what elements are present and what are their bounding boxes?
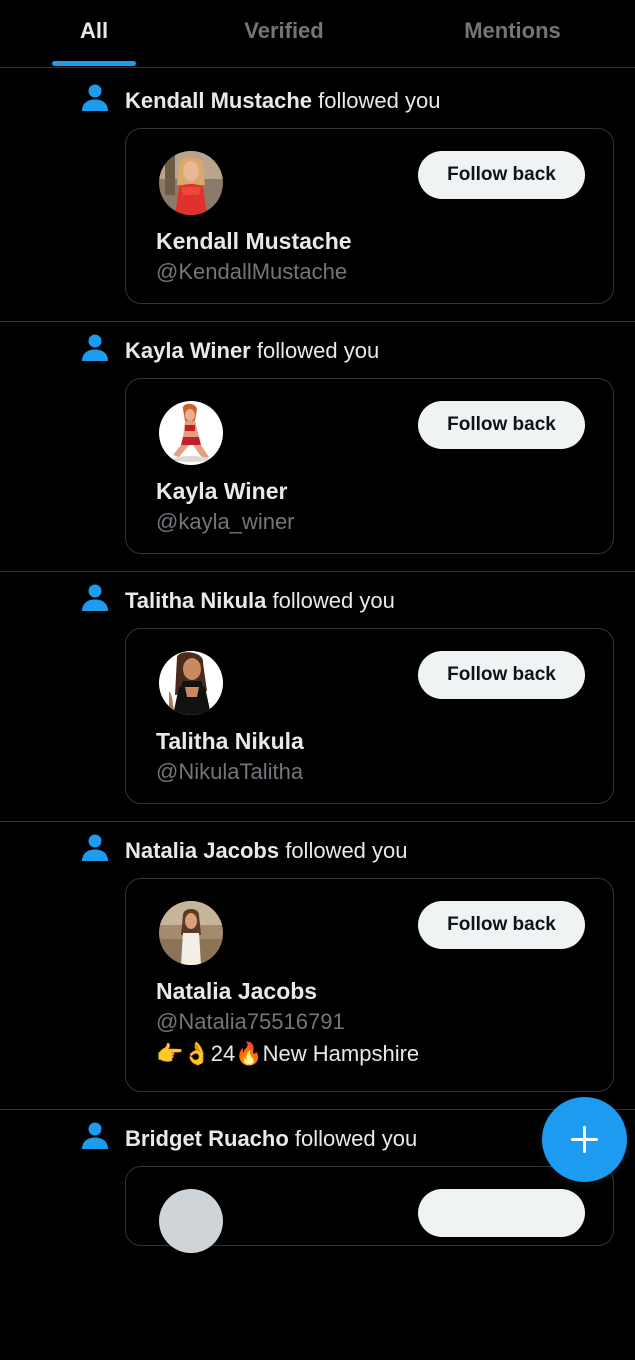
user-display-name[interactable]: Kendall Mustache <box>156 228 352 255</box>
avatar[interactable] <box>159 1189 223 1253</box>
tab-mentions[interactable]: Mentions <box>440 18 585 44</box>
tab-all[interactable]: All <box>52 18 136 44</box>
notification-feed: Kendall Mustache followed you Follow bac… <box>0 72 635 1360</box>
avatar[interactable] <box>159 151 223 215</box>
person-icon <box>82 584 108 611</box>
follower-name[interactable]: Talitha Nikula <box>125 588 266 613</box>
user-handle[interactable]: @Natalia75516791 <box>156 1009 345 1035</box>
notification-action: followed you <box>318 88 441 113</box>
follow-back-button[interactable]: Follow back <box>418 901 585 949</box>
avatar[interactable] <box>159 401 223 465</box>
user-bio: 👉👌24🔥New Hampshire <box>156 1041 420 1066</box>
user-card[interactable]: Follow back Talitha Nikula @NikulaTalith… <box>125 628 614 804</box>
tab-verified[interactable]: Verified <box>224 18 344 44</box>
notification-action: followed you <box>256 338 380 363</box>
notification-item[interactable]: Talitha Nikula followed you Follow back … <box>0 572 635 822</box>
notification-item[interactable]: Kayla Winer followed you Follow back Kay… <box>0 322 635 572</box>
user-display-name[interactable]: Kayla Winer <box>156 478 287 505</box>
avatar[interactable] <box>159 651 223 715</box>
notification-item[interactable]: Bridget Ruacho followed you <box>0 1110 635 1360</box>
follower-name[interactable]: Bridget Ruacho <box>125 1126 289 1151</box>
active-tab-indicator <box>52 61 136 66</box>
compose-button[interactable] <box>542 1097 627 1182</box>
follower-name[interactable]: Kayla Winer <box>125 338 251 363</box>
person-icon <box>82 834 108 861</box>
user-display-name[interactable]: Talitha Nikula <box>156 728 304 755</box>
avatar[interactable] <box>159 901 223 965</box>
user-card[interactable]: Follow back Natalia Jacobs @Natalia75516… <box>125 878 614 1092</box>
follow-back-button[interactable]: Follow back <box>418 151 585 199</box>
user-handle[interactable]: @NikulaTalitha <box>156 759 303 785</box>
tab-bar: All Verified Mentions <box>0 0 635 68</box>
notification-item[interactable]: Kendall Mustache followed you Follow bac… <box>0 72 635 322</box>
follow-back-button[interactable] <box>418 1189 585 1237</box>
user-card[interactable]: Follow back Kayla Winer @kayla_winer <box>125 378 614 554</box>
person-icon <box>82 84 108 111</box>
notification-text: Kayla Winer followed you <box>125 338 379 364</box>
follower-name[interactable]: Kendall Mustache <box>125 88 312 113</box>
person-icon <box>82 334 108 361</box>
notification-text: Bridget Ruacho followed you <box>125 1126 417 1152</box>
notification-action: followed you <box>294 1126 418 1151</box>
notification-item[interactable]: Natalia Jacobs followed you Follow back … <box>0 822 635 1110</box>
notification-text: Kendall Mustache followed you <box>125 88 440 114</box>
user-card[interactable]: Follow back Kendall Mustache @KendallMus… <box>125 128 614 304</box>
user-handle[interactable]: @kayla_winer <box>156 509 295 535</box>
follower-name[interactable]: Natalia Jacobs <box>125 838 279 863</box>
user-handle[interactable]: @KendallMustache <box>156 259 347 285</box>
person-icon <box>82 1122 108 1149</box>
user-display-name[interactable]: Natalia Jacobs <box>156 978 317 1005</box>
notification-action: followed you <box>272 588 395 613</box>
notification-text: Natalia Jacobs followed you <box>125 838 408 864</box>
user-card[interactable] <box>125 1166 614 1253</box>
notification-action: followed you <box>285 838 408 863</box>
follow-back-button[interactable]: Follow back <box>418 651 585 699</box>
plus-icon <box>571 1126 598 1153</box>
notification-text: Talitha Nikula followed you <box>125 588 395 614</box>
follow-back-button[interactable]: Follow back <box>418 401 585 449</box>
